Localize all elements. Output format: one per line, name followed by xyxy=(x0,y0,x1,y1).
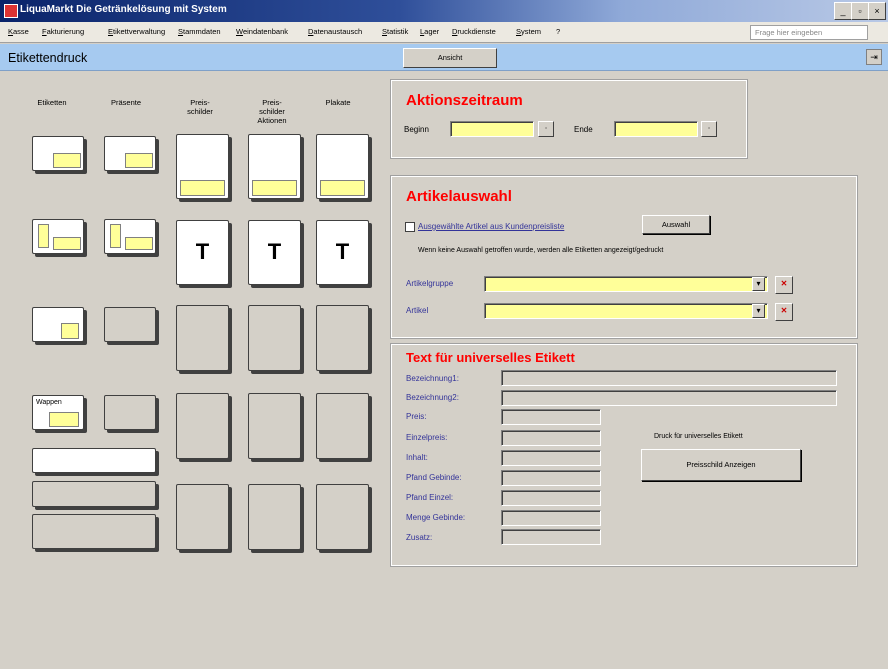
field-label-pfand-einzel: Pfand Einzel: xyxy=(406,493,454,502)
field-label-menge-gebinde: Menge Gebinde: xyxy=(406,513,466,522)
exit-icon[interactable]: ⇥ xyxy=(866,49,882,65)
label-tile-preisschild-4[interactable] xyxy=(176,393,229,459)
maximize-icon[interactable]: ▫ xyxy=(851,2,869,20)
calendar-icon[interactable]: ⋅ xyxy=(701,121,717,137)
pfand-gebinde-input[interactable] xyxy=(501,470,601,486)
wappen-label: Wappen xyxy=(36,399,62,406)
menu-system[interactable]: System xyxy=(516,27,541,36)
end-date-field[interactable] xyxy=(614,121,698,137)
col-preisschilder-aktionen: Preis- schilder Aktionen xyxy=(257,98,287,125)
col-preisschilder: Preis- schilder xyxy=(187,98,213,116)
begin-date-field[interactable] xyxy=(450,121,534,137)
artikel-select[interactable] xyxy=(484,303,768,319)
label-tile-plakat-5[interactable] xyxy=(316,484,369,550)
label-tile-preisschild-5[interactable] xyxy=(176,484,229,550)
calendar-icon[interactable]: ⋅ xyxy=(538,121,554,137)
label-tile-wide-2[interactable] xyxy=(32,481,156,507)
col-plakate: Plakate xyxy=(325,98,351,107)
inhalt-input[interactable] xyxy=(501,450,601,466)
artikelgruppe-select[interactable] xyxy=(484,276,768,292)
label-tile-praesent-1[interactable] xyxy=(104,136,156,171)
minimize-icon[interactable]: _ xyxy=(834,2,852,20)
window-title: LiquaMarkt Die Getränkelösung mit System xyxy=(20,4,227,15)
label-tile-plakat-1[interactable] xyxy=(316,134,369,199)
field-label-preis: Preis: xyxy=(406,412,427,421)
label-tile-wappen[interactable]: Wappen xyxy=(32,395,84,430)
field-label-bezeichnung1: Bezeichnung1: xyxy=(406,374,459,383)
chevron-down-icon[interactable]: ▾ xyxy=(752,277,765,291)
bezeichnung1-input[interactable] xyxy=(501,370,837,386)
field-label-zusatz: Zusatz: xyxy=(406,533,433,542)
print-universal-label: Druck für universelles Etikett xyxy=(654,433,743,440)
label-tile-aktion-2[interactable]: T xyxy=(248,220,301,285)
preis-input[interactable] xyxy=(501,409,601,425)
t-letter: T xyxy=(335,239,350,264)
help-search-input[interactable]: Frage hier eingeben xyxy=(750,25,868,40)
t-letter: T xyxy=(195,239,210,264)
form-title: Etikettendruck xyxy=(8,51,88,65)
aktionszeitraum-title: Aktionszeitraum xyxy=(406,92,523,109)
label-tile-preisschild-1[interactable] xyxy=(176,134,229,199)
label-tile-etikett-1[interactable] xyxy=(32,136,84,171)
menu-weindatenbank[interactable]: Weindatenbank xyxy=(236,27,288,36)
artikel-label: Artikel xyxy=(406,306,429,315)
label-tile-praesent-3[interactable] xyxy=(104,307,156,342)
label-tile-preisschild-3[interactable] xyxy=(176,305,229,371)
label-tile-plakat-4[interactable] xyxy=(316,393,369,459)
close-icon[interactable]: × xyxy=(868,2,886,20)
clear-filter-icon[interactable]: ✕ xyxy=(775,303,793,321)
field-label-inhalt: Inhalt: xyxy=(406,453,428,462)
selection-hint: Wenn keine Auswahl getroffen wurde, werd… xyxy=(418,247,664,254)
kundenpreisliste-checkbox[interactable] xyxy=(405,222,415,232)
label-tile-aktion-1[interactable] xyxy=(248,134,301,199)
preisschild-anzeigen-button[interactable]: Preisschild Anzeigen xyxy=(641,449,801,481)
label-tile-wide-3[interactable] xyxy=(32,514,156,549)
window-title-bar: LiquaMarkt Die Getränkelösung mit System… xyxy=(0,0,888,22)
artikelgruppe-label: Artikelgruppe xyxy=(406,279,454,288)
begin-label: Beginn xyxy=(404,125,429,134)
menu-help[interactable]: ? xyxy=(556,27,560,36)
end-label: Ende xyxy=(574,125,593,134)
menu-fakturierung[interactable]: Fakturierung xyxy=(42,27,84,36)
menu-kasse[interactable]: Kasse xyxy=(8,27,29,36)
clear-filter-icon[interactable]: ✕ xyxy=(775,276,793,294)
label-tile-praesent-4[interactable] xyxy=(104,395,156,430)
bezeichnung2-input[interactable] xyxy=(501,390,837,406)
menu-etikettverwaltung[interactable]: Etikettverwaltung xyxy=(108,27,165,36)
label-tile-etikett-2[interactable] xyxy=(32,219,84,254)
menu-druckdienste[interactable]: Druckdienste xyxy=(452,27,496,36)
label-tile-etikett-3[interactable] xyxy=(32,307,84,342)
kundenpreisliste-label: Ausgewählte Artikel aus Kundenpreisliste xyxy=(418,222,565,231)
label-tile-wide-1[interactable] xyxy=(32,448,156,473)
t-letter: T xyxy=(267,239,282,264)
label-tile-aktion-4[interactable] xyxy=(248,393,301,459)
view-button[interactable]: Ansicht xyxy=(403,48,497,68)
universal-title: Text für universelles Etikett xyxy=(406,350,575,365)
label-tile-preisschild-2[interactable]: T xyxy=(176,220,229,285)
artikelauswahl-title: Artikelauswahl xyxy=(406,188,512,205)
label-tile-plakat-2[interactable]: T xyxy=(316,220,369,285)
col-praesente: Präsente xyxy=(110,98,142,107)
app-icon xyxy=(4,4,18,18)
label-tile-plakat-3[interactable] xyxy=(316,305,369,371)
menu-bar: Kasse Fakturierung Etikettverwaltung Sta… xyxy=(0,22,888,43)
pfand-einzel-input[interactable] xyxy=(501,490,601,506)
field-label-einzelpreis: Einzelpreis: xyxy=(406,433,448,442)
label-tile-praesent-2[interactable] xyxy=(104,219,156,254)
label-tile-aktion-3[interactable] xyxy=(248,305,301,371)
auswahl-button[interactable]: Auswahl xyxy=(642,215,710,234)
form-header: Etikettendruck Ansicht ⇥ xyxy=(0,44,888,71)
field-label-pfand-gebinde: Pfand Gebinde: xyxy=(406,473,462,482)
label-tile-aktion-5[interactable] xyxy=(248,484,301,550)
menu-lager[interactable]: Lager xyxy=(420,27,439,36)
col-etiketten: Etiketten xyxy=(37,98,67,107)
menge-gebinde-input[interactable] xyxy=(501,510,601,526)
field-label-bezeichnung2: Bezeichnung2: xyxy=(406,393,459,402)
menu-datenaustausch[interactable]: Datenaustausch xyxy=(308,27,362,36)
chevron-down-icon[interactable]: ▾ xyxy=(752,304,765,318)
einzelpreis-input[interactable] xyxy=(501,430,601,446)
zusatz-input[interactable] xyxy=(501,529,601,545)
menu-statistik[interactable]: Statistik xyxy=(382,27,408,36)
menu-stammdaten[interactable]: Stammdaten xyxy=(178,27,221,36)
